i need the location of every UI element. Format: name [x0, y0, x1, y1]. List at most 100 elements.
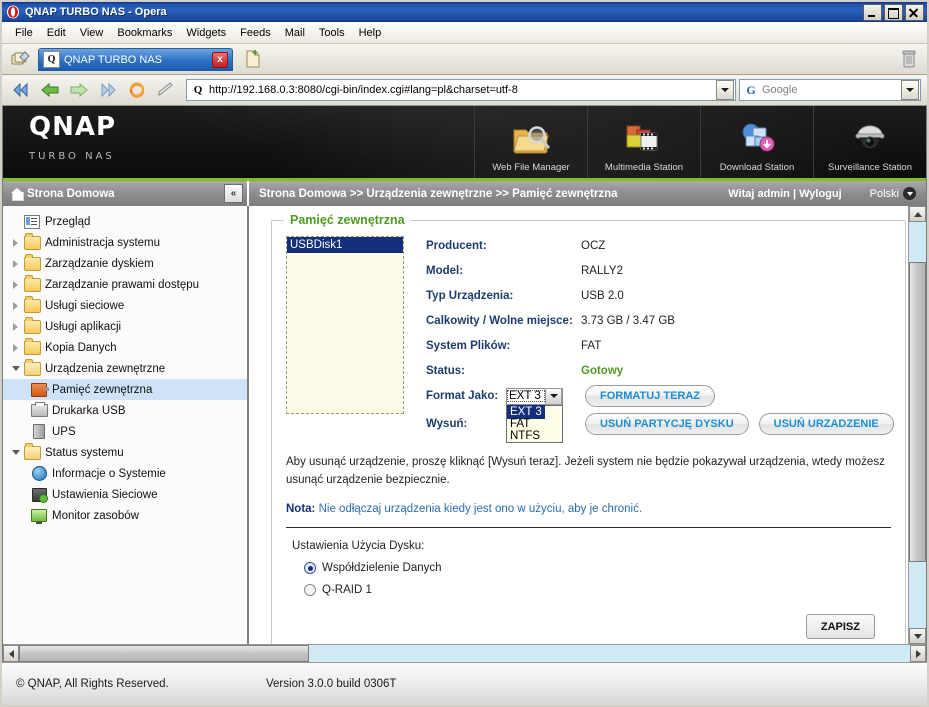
remove-partition-button[interactable]: USUŃ PARTYCJĘ DYSKU — [585, 413, 749, 435]
sidebar-item-kopia-danych[interactable]: Kopia Danych — [3, 337, 247, 358]
sidebar-item-ustawienia-sieciowe[interactable]: Ustawienia Sieciowe — [3, 484, 247, 505]
sidebar-item-zarzadzanie-prawami-dostepu[interactable]: Zarządzanie prawami dostępu — [3, 274, 247, 295]
menu-item-feeds[interactable]: Feeds — [233, 25, 278, 41]
radio-icon[interactable] — [304, 584, 316, 596]
url-dropdown-button[interactable] — [716, 80, 734, 100]
field-label: System Plików: — [426, 339, 511, 352]
chevron-down-icon[interactable] — [545, 387, 562, 405]
expander-closed-icon[interactable] — [9, 322, 22, 331]
station-download[interactable]: Download Station — [700, 106, 813, 178]
station-label: Web File Manager — [492, 162, 570, 173]
expander-closed-icon[interactable] — [9, 259, 22, 268]
content-scroll-area: Pamięć zewnętrzna USBDisk1 Producent: OC… — [249, 206, 926, 644]
radio-data-sharing[interactable]: Współdzielenie Danych — [292, 562, 891, 574]
back-icon[interactable] — [37, 78, 63, 102]
eject-buttons: USUŃ PARTYCJĘ DYSKU USUŃ URZADZENIE — [585, 413, 894, 435]
new-tab-icon[interactable] — [241, 47, 265, 71]
expander-open-icon[interactable] — [9, 366, 22, 371]
content-vertical-scrollbar[interactable] — [908, 206, 926, 644]
field-label: Typ Urządzenia: — [426, 289, 514, 302]
station-surveillance[interactable]: Surveillance Station — [813, 106, 926, 178]
device-listbox[interactable]: USBDisk1 — [286, 236, 404, 414]
sidebar-item-uslugi-sieciowe[interactable]: Usługi sieciowe — [3, 295, 247, 316]
maximize-button[interactable] — [884, 3, 903, 21]
close-button[interactable] — [905, 3, 924, 21]
field-typ-urzadzenia: Typ Urządzenia: USB 2.0 — [426, 283, 894, 308]
sidebar-item-informacje-o-systemie[interactable]: Informacje o Systemie — [3, 463, 247, 484]
sidebar-item-label: Zarządzanie dyskiem — [45, 257, 154, 270]
minimize-button[interactable] — [863, 3, 882, 21]
scroll-up-button[interactable] — [909, 206, 926, 222]
sidebar-item-status-systemu[interactable]: Status systemu — [3, 442, 247, 463]
scroll-track[interactable] — [19, 645, 910, 662]
scroll-thumb[interactable] — [19, 645, 309, 662]
radio-qraid1[interactable]: Q-RAID 1 — [292, 584, 891, 596]
list-item[interactable]: USBDisk1 — [287, 237, 403, 253]
format-now-button[interactable]: FORMATUJ TERAZ — [585, 385, 716, 407]
fast-forward-icon[interactable] — [95, 78, 121, 102]
trash-icon[interactable] — [897, 47, 921, 71]
menu-item-tools[interactable]: Tools — [312, 25, 352, 41]
sidebar-item-ups[interactable]: UPS — [3, 421, 247, 442]
folder-icon — [22, 295, 42, 313]
sidebar-item-label: Status systemu — [45, 446, 124, 459]
status-bar: © QNAP, All Rights Reserved. Version 3.0… — [2, 662, 927, 705]
menu-item-mail[interactable]: Mail — [278, 25, 312, 41]
sidebar-item-label: Drukarka USB — [52, 404, 126, 417]
expander-open-icon[interactable] — [9, 450, 22, 455]
sidebar-item-drukarka-usb[interactable]: Drukarka USB — [3, 400, 247, 421]
panels-icon[interactable] — [8, 47, 34, 71]
sidebar-item-zarzadzanie-dyskiem[interactable]: Zarządzanie dyskiem — [3, 253, 247, 274]
expander-closed-icon[interactable] — [9, 280, 22, 289]
folder-icon — [22, 232, 42, 250]
page-horizontal-scrollbar[interactable] — [3, 644, 926, 662]
disk-usage-settings: Ustawienia Użycia Dysku: Współdzielenie … — [286, 528, 891, 639]
station-label: Surveillance Station — [828, 162, 912, 173]
sidebar-item-przeglad[interactable]: Przegląd — [3, 211, 247, 232]
url-input[interactable]: Q http://192.168.0.3:8080/cgi-bin/index.… — [186, 79, 736, 101]
scroll-down-button[interactable] — [909, 628, 926, 644]
address-bar: Q http://192.168.0.3:8080/cgi-bin/index.… — [2, 75, 927, 106]
sidebar-item-pamiec-zewnetrzna[interactable]: Pamięć zewnętrzna — [3, 379, 247, 400]
expander-closed-icon[interactable] — [9, 343, 22, 352]
tab-close-icon[interactable]: x — [212, 51, 228, 68]
browser-tab[interactable]: Q QNAP TURBO NAS x — [38, 47, 233, 71]
note-label: Nota: — [286, 503, 316, 515]
scroll-thumb[interactable] — [909, 262, 926, 562]
sidebar-item-uslugi-aplikacji[interactable]: Usługi aplikacji — [3, 316, 247, 337]
search-input[interactable]: G Google — [739, 79, 921, 101]
sidebar-item-monitor-zasobow[interactable]: Monitor zasobów — [3, 505, 247, 526]
menu-item-file[interactable]: File — [8, 25, 40, 41]
menu-item-help[interactable]: Help — [352, 25, 389, 41]
copyright-text: © QNAP, All Rights Reserved. — [16, 678, 169, 690]
radio-icon[interactable] — [304, 562, 316, 574]
scroll-right-button[interactable] — [910, 645, 926, 662]
expander-closed-icon[interactable] — [9, 301, 22, 310]
edit-icon[interactable] — [153, 78, 179, 102]
collapse-sidebar-button[interactable]: « — [224, 184, 243, 203]
station-multimedia[interactable]: Multimedia Station — [587, 106, 700, 178]
welcome-logout[interactable]: Witaj admin | Wyloguj — [728, 188, 841, 200]
format-row: Format Jako: EXT 3 EXT 3 FAT NTFS FORMAT… — [426, 383, 894, 443]
menu-item-widgets[interactable]: Widgets — [179, 25, 233, 41]
forward-icon[interactable] — [66, 78, 92, 102]
format-option-list[interactable]: EXT 3 FAT NTFS — [506, 404, 563, 443]
sidebar-item-urzadzenia-zewnetrzne[interactable]: Urządzenia zewnętrzne — [3, 358, 247, 379]
sidebar-item-administracja-systemu[interactable]: Administracja systemu — [3, 232, 247, 253]
folder-open-icon — [22, 442, 42, 460]
scroll-left-button[interactable] — [3, 645, 19, 662]
format-select[interactable]: EXT 3 — [506, 387, 563, 405]
menu-item-edit[interactable]: Edit — [40, 25, 73, 41]
station-web-file-manager[interactable]: Web File Manager — [474, 106, 587, 178]
remove-device-button[interactable]: USUŃ URZADZENIE — [758, 413, 894, 435]
expander-closed-icon[interactable] — [9, 238, 22, 247]
format-option-ntfs[interactable]: NTFS — [507, 429, 543, 443]
sidebar-item-label: Urządzenia zewnętrzne — [45, 362, 166, 375]
save-button[interactable]: ZAPISZ — [805, 614, 875, 639]
language-selector[interactable]: Polski — [870, 187, 916, 200]
menu-item-bookmarks[interactable]: Bookmarks — [110, 25, 179, 41]
rewind-icon[interactable] — [8, 78, 34, 102]
menu-item-view[interactable]: View — [73, 25, 111, 41]
reload-icon[interactable] — [124, 78, 150, 102]
search-dropdown-button[interactable] — [901, 80, 919, 100]
